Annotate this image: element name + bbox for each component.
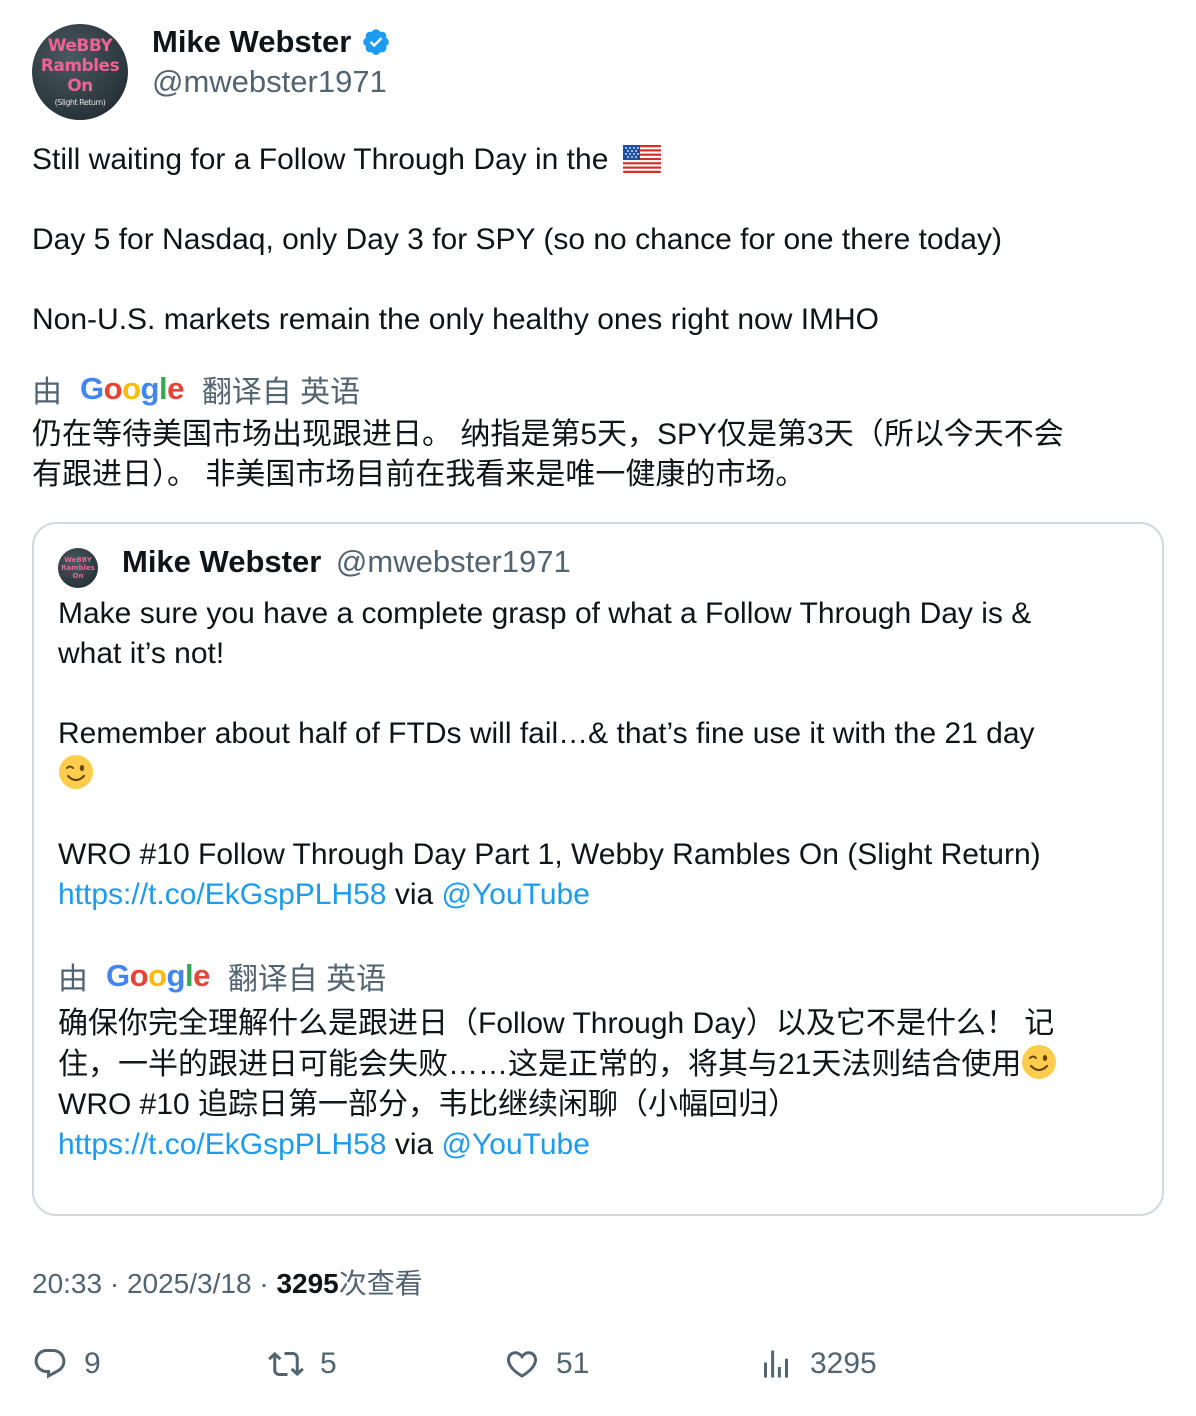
retweet-count: 5 (320, 1347, 337, 1380)
quoted-translated-by-google[interactable]: 由 Google 翻译自 英语 (58, 954, 386, 998)
views-button[interactable]: 3295 (758, 1346, 877, 1382)
tweet-line: Still waiting for a Follow Through Day i… (32, 140, 1164, 180)
avatar-text-1: WeBBY (47, 36, 113, 56)
quoted-tweet[interactable]: WeBBY Rambles On Mike Webster @mwebster197… (32, 522, 1164, 1216)
avatar-text-2: Rambles (40, 56, 120, 76)
avatar-subtext: (Slight Return) (54, 98, 106, 107)
author-handle[interactable]: @mwebster1971 (152, 64, 387, 100)
tweet-header: WeBBY Rambles On (Slight Return) Mike We… (32, 24, 1164, 120)
retweet-icon (268, 1351, 304, 1377)
verified-badge-icon (363, 29, 390, 55)
views-count: 3295 (276, 1268, 339, 1299)
heart-icon (506, 1351, 538, 1378)
quoted-translated-link[interactable]: https://t.co/EkGspPLH58 (58, 1128, 387, 1161)
retweet-button[interactable]: 5 (268, 1346, 337, 1382)
views-count-action: 3295 (810, 1347, 877, 1380)
like-count: 51 (556, 1347, 590, 1380)
action-bar: 9 5 51 3295 (32, 1346, 1164, 1394)
reply-count: 9 (84, 1347, 101, 1380)
reply-icon (34, 1349, 66, 1379)
reply-button[interactable]: 9 (32, 1346, 101, 1382)
like-button[interactable]: 51 (504, 1346, 589, 1382)
youtube-mention[interactable]: @YouTube (442, 1128, 590, 1161)
winking-face-emoji (59, 755, 93, 789)
tweet-line: Non-U.S. markets remain the only healthy… (32, 303, 880, 336)
tweet-text: Still waiting for a Follow Through Day i… (32, 140, 1164, 340)
google-logo: Google (80, 371, 184, 406)
tweet-date[interactable]: 2025/3/18 (127, 1268, 252, 1299)
us-flag-emoji (622, 145, 661, 173)
quoted-translated-text: 确保你完全理解什么是跟进日（Follow Through Day）以及它不是什么… (58, 1004, 1148, 1165)
translated-text: 仍在等待美国市场出现跟进日。 纳指是第5天，SPY仅是第3天（所以今天不会 有跟… (32, 418, 1064, 491)
google-logo: Google (106, 958, 210, 993)
views-label: 次查看 (338, 1268, 423, 1299)
tweet-time[interactable]: 20:33 (32, 1268, 102, 1299)
quoted-author-handle: @mwebster1971 (335, 544, 571, 579)
winking-face-emoji (1022, 1045, 1057, 1079)
quoted-avatar: WeBBY Rambles On (58, 548, 98, 588)
youtube-mention[interactable]: @YouTube (442, 878, 590, 911)
quoted-link[interactable]: https://t.co/EkGspPLH58 (58, 878, 387, 911)
quoted-text: Make sure you have a complete grasp of w… (58, 597, 1041, 911)
tweet-meta: 20:33 · 2025/3/18 · 3295次查看 (32, 1268, 423, 1299)
author-name[interactable]: Mike Webster (152, 24, 351, 60)
bar-chart-icon (764, 1350, 788, 1378)
translated-by-google[interactable]: 由 Google 翻译自 英语 (32, 367, 360, 411)
quoted-author-name: Mike Webster (122, 544, 322, 579)
avatar-text-3: On (67, 76, 93, 96)
tweet-line: Day 5 for Nasdaq, only Day 3 for SPY (so… (32, 223, 1002, 256)
avatar[interactable]: WeBBY Rambles On (Slight Return) (32, 24, 128, 120)
